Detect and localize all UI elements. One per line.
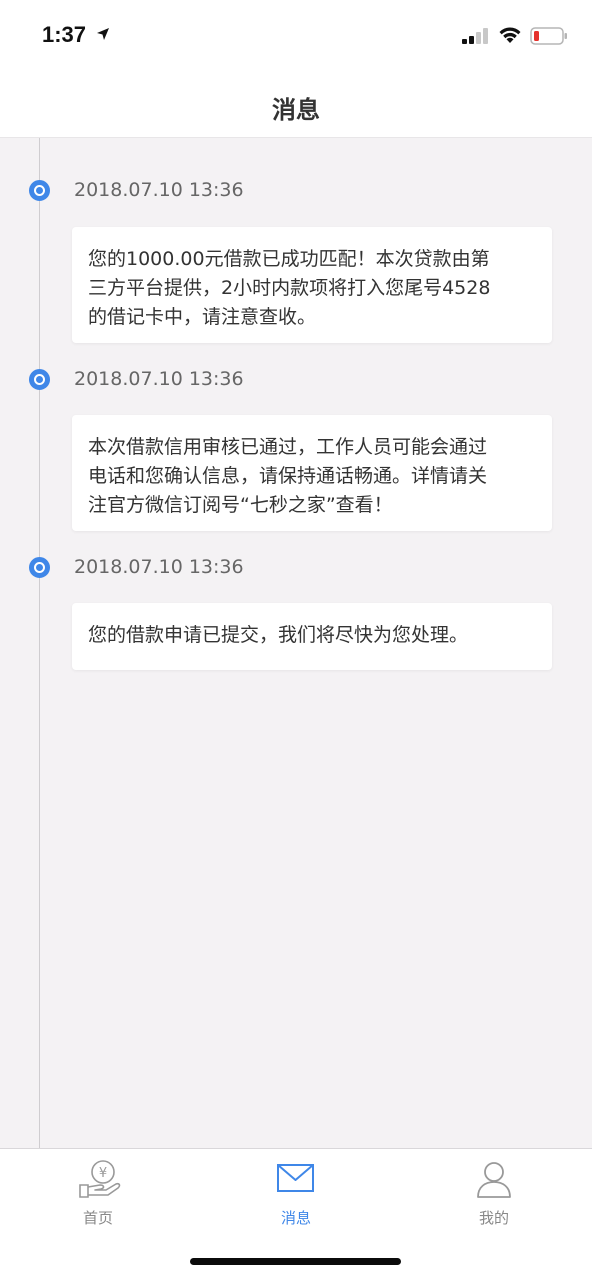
svg-text:¥: ¥ [99,1166,107,1181]
timeline-dot [29,557,50,578]
message-line: 电话和您确认信息，请保持通话畅通。详情请关 [88,465,488,487]
battery-low-icon [530,27,567,45]
location-arrow-icon [97,28,109,40]
nav-bar: 消息 [0,72,592,138]
message-card[interactable]: 本次借款信用审核已通过，工作人员可能会通过 电话和您确认信息，请保持通话畅通。详… [72,415,552,531]
home-indicator[interactable] [190,1258,401,1265]
tab-bar: ¥ 首页 消息 我的 [0,1148,592,1230]
message-line: 注官方微信订阅号“七秒之家”查看！ [88,494,393,516]
message-line: 您的借款申请已提交，我们将尽快为您处理。 [88,624,469,646]
timeline-dot [29,369,50,390]
message-card[interactable]: 您的1000.00元借款已成功匹配！本次贷款由第 三方平台提供，2小时内款项将打… [72,227,552,343]
timeline-dot [29,180,50,201]
page-title: 消息 [272,96,320,124]
message-timestamp: 2018.07.10 13:36 [74,556,244,578]
message-line: 您的1000.00元借款已成功匹配！本次贷款由第 [88,248,490,270]
tab-home[interactable]: ¥ 首页 [38,1149,158,1231]
tab-mine[interactable]: 我的 [434,1149,554,1231]
envelope-icon [277,1164,314,1192]
message-timestamp: 2018.07.10 13:36 [74,368,244,390]
tab-label: 首页 [82,1209,113,1227]
home-yen-icon: ¥ [79,1160,121,1198]
message-line: 本次借款信用审核已通过，工作人员可能会通过 [88,436,488,458]
status-bar: 1:37 [0,0,592,72]
message-timestamp: 2018.07.10 13:36 [74,179,244,201]
timeline-line [39,138,40,1148]
cellular-signal-icon [462,28,488,44]
tab-messages[interactable]: 消息 [236,1149,356,1231]
tab-label: 我的 [478,1209,509,1227]
message-line: 的借记卡中，请注意查收。 [88,306,317,328]
message-card[interactable]: 您的借款申请已提交，我们将尽快为您处理。 [72,603,552,670]
tab-label: 消息 [280,1209,311,1227]
message-line: 三方平台提供，2小时内款项将打入您尾号4528 [88,277,491,299]
wifi-icon [499,27,521,43]
status-time: 1:37 [42,22,87,47]
home-indicator-area [0,1230,592,1280]
user-icon [477,1162,511,1198]
